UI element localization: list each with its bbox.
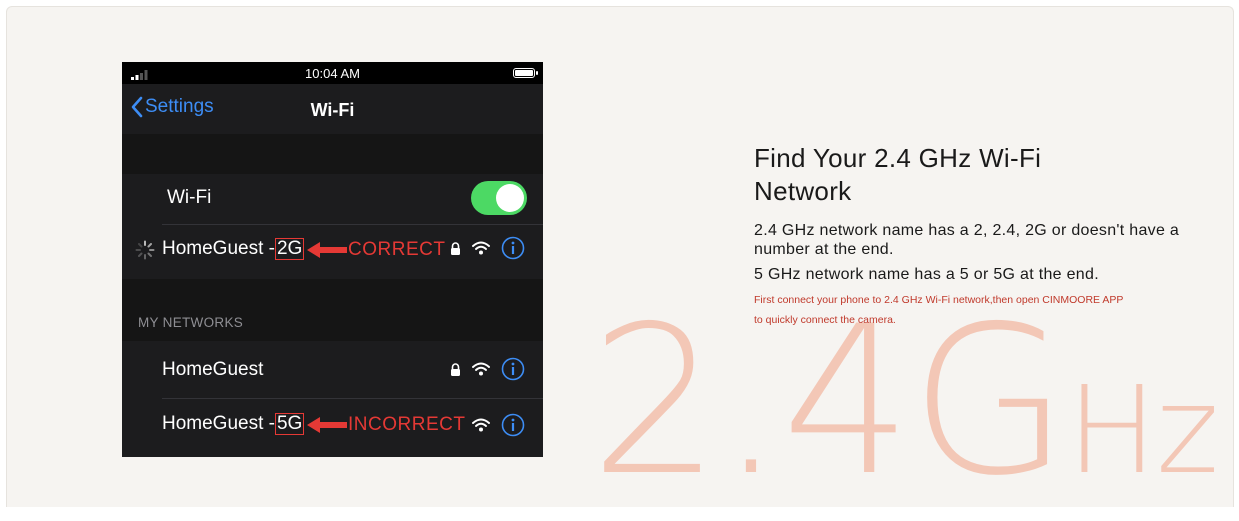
band-highlight-2g: 2G [274, 238, 305, 260]
status-time: 10:04 AM [305, 66, 360, 81]
wifi-toggle[interactable] [471, 181, 527, 215]
network-name: HomeGuest -5G [162, 413, 305, 435]
phone-screenshot: 10:04 AM Settings Wi-Fi Wi-Fi HomeGuest … [122, 62, 543, 457]
description-5ghz: 5 GHz network name has a 5 or 5G at the … [754, 266, 1099, 283]
network-name-prefix: HomeGuest - [162, 413, 275, 434]
battery-icon [513, 68, 538, 78]
row-divider [162, 224, 543, 225]
incorrect-label: INCORRECT [348, 414, 466, 435]
network-row[interactable]: HomeGuest [122, 345, 543, 395]
note-line-1: First connect your phone to 2.4 GHz Wi-F… [754, 294, 1124, 306]
wifi-group: Wi-Fi HomeGuest - 2G CORRECT [122, 174, 543, 279]
band-highlight-5g: 5G [274, 413, 305, 435]
arrow-left-icon [307, 242, 347, 258]
page-title: Find Your 2.4 GHz Wi-Fi Network [754, 142, 1194, 208]
info-icon[interactable] [501, 413, 525, 442]
network-name: HomeGuest [162, 359, 264, 380]
section-gap [122, 134, 543, 174]
section-gap-2 [122, 279, 543, 341]
setup-note: First connect your phone to 2.4 GHz Wi-F… [754, 290, 1194, 330]
watermark-2-4ghz: 2.4GHz [590, 300, 1219, 505]
lock-icon [450, 242, 461, 258]
info-icon[interactable] [501, 236, 525, 265]
wifi-icon [472, 241, 490, 260]
correct-label: CORRECT [348, 239, 446, 260]
current-network-row[interactable]: HomeGuest -2G CORRECT [122, 226, 543, 276]
network-row[interactable]: HomeGuest -5G INCORRECT [122, 399, 543, 449]
wifi-icon [472, 362, 490, 381]
description-2-4ghz: 2.4 GHz network name has a 2, 2.4, 2G or… [754, 222, 1180, 258]
my-networks-group: HomeGuest HomeGuest -5G INCORRECT [122, 341, 543, 457]
instructions-panel: Find Your 2.4 GHz Wi-Fi Network 2.4 GHz n… [754, 142, 1194, 330]
wifi-icon [472, 418, 490, 437]
watermark-unit: Hz [1066, 362, 1219, 501]
spinner-icon [135, 240, 155, 265]
status-bar: 10:04 AM [122, 62, 543, 84]
title-line-2: Network [754, 176, 852, 206]
title-line-1: Find Your 2.4 GHz Wi-Fi [754, 143, 1042, 173]
nav-bar: Settings Wi-Fi [122, 84, 543, 134]
wifi-label: Wi-Fi [167, 187, 212, 208]
nav-title: Wi-Fi [310, 100, 355, 120]
arrow-left-icon [307, 417, 347, 433]
info-icon[interactable] [501, 357, 525, 386]
note-line-2: to quickly connect the camera. [754, 314, 896, 326]
network-name-prefix: HomeGuest - [162, 238, 275, 259]
toggle-knob [496, 184, 524, 212]
section-header-my-networks: MY NETWORKS [138, 315, 244, 330]
lock-icon [450, 363, 461, 379]
wifi-toggle-row: Wi-Fi [122, 174, 543, 224]
network-name: HomeGuest -2G [162, 238, 305, 260]
